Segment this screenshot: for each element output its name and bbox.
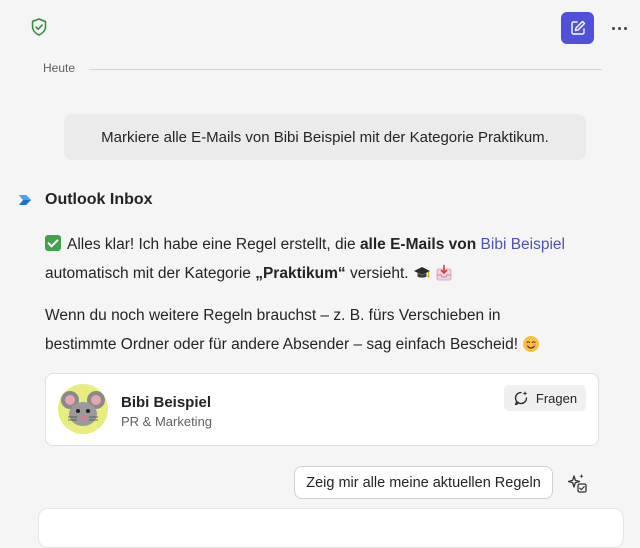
bot-name: Outlook Inbox: [45, 191, 153, 208]
bot-message-line-3: Wenn du noch weitere Regeln brauchst – z…: [45, 307, 501, 324]
user-message-bubble: Markiere alle E-Mails von Bibi Beispiel …: [64, 114, 586, 160]
sparkle-button[interactable]: [566, 472, 588, 494]
contact-role: PR & Marketing: [121, 414, 213, 429]
more-options-button[interactable]: [606, 17, 632, 39]
smiling-face-icon: [522, 335, 540, 360]
user-message-text: Markiere alle E-Mails von Bibi Beispiel …: [101, 128, 549, 146]
sparkle-icon: [567, 474, 587, 493]
outlook-logo-icon: [17, 192, 33, 208]
inbox-tray-icon: [435, 264, 453, 289]
ask-button[interactable]: Fragen: [504, 385, 586, 411]
bot-message-line-4: bestimmte Ordner oder für andere Absende…: [45, 334, 540, 360]
bot-message-line-2: automatisch mit der Kategorie „Praktikum…: [45, 263, 453, 289]
chat-sparkle-icon: [514, 391, 528, 406]
compose-button[interactable]: [561, 12, 594, 44]
date-divider-line: [89, 69, 602, 70]
composer-input-area[interactable]: [38, 508, 624, 548]
contact-link[interactable]: Bibi Beispiel: [481, 236, 565, 253]
suggestion-chip[interactable]: Zeig mir alle meine aktuellen Regeln: [294, 466, 553, 499]
bot-message-line-1: Alles klar! Ich habe eine Regel erstellt…: [45, 234, 565, 256]
check-mark-icon: [45, 235, 61, 251]
more-horizontal-icon: [611, 26, 615, 30]
graduation-cap-icon: [413, 264, 431, 289]
compose-icon: [570, 20, 585, 35]
ask-button-label: Fragen: [535, 390, 578, 406]
contact-name: Bibi Beispiel: [121, 394, 212, 411]
avatar: [58, 384, 108, 434]
shield-check-icon: [29, 17, 49, 37]
date-divider-label: Heute: [43, 61, 76, 75]
suggestion-label: Zeig mir alle meine aktuellen Regeln: [306, 474, 541, 491]
